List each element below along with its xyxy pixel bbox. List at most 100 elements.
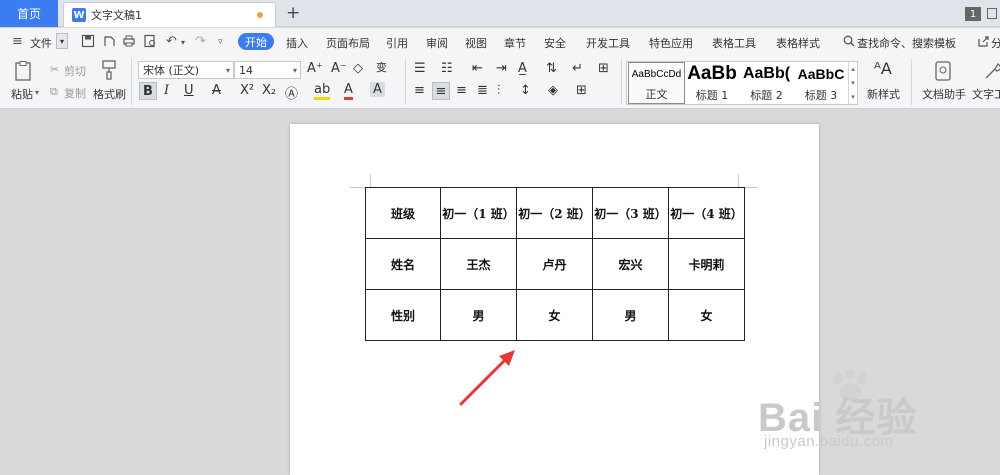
share-icon[interactable]: [977, 35, 989, 47]
chinese-layout-icon[interactable]: A̲: [518, 61, 527, 76]
menu-file[interactable]: 文件: [30, 35, 52, 51]
bold-icon[interactable]: B: [139, 82, 157, 100]
tab-table-tools[interactable]: 表格工具: [712, 35, 756, 51]
strikethrough-icon[interactable]: A: [212, 83, 221, 98]
superscript-icon[interactable]: X²: [240, 83, 254, 98]
table-cell[interactable]: 卡明莉: [668, 238, 745, 290]
table-cell[interactable]: 王杰: [440, 238, 517, 290]
print-icon[interactable]: [122, 34, 136, 48]
paste-button[interactable]: 粘贴: [11, 86, 33, 102]
align-right-icon[interactable]: ≡: [456, 83, 467, 98]
text-effect-icon[interactable]: Ⓐ: [285, 83, 298, 102]
tab-featured-apps[interactable]: 特色应用: [649, 35, 693, 51]
tab-view[interactable]: 视图: [465, 35, 487, 51]
tab-review[interactable]: 审阅: [426, 35, 448, 51]
cut-button[interactable]: 剪切: [64, 63, 86, 79]
tab-home[interactable]: 首页: [0, 0, 58, 27]
cut-icon[interactable]: ✂: [50, 63, 59, 76]
phonetic-guide-icon[interactable]: 变: [376, 59, 387, 75]
document-helper-icon[interactable]: [932, 60, 954, 82]
table-cell[interactable]: 男: [440, 289, 517, 341]
tab-references[interactable]: 引用: [386, 35, 408, 51]
justify-icon[interactable]: ≣: [477, 83, 488, 98]
table-cell[interactable]: 卢丹: [516, 238, 593, 290]
table-cell[interactable]: 初一（2 班）: [516, 187, 593, 239]
command-search[interactable]: 查找命令、搜索模板: [857, 35, 956, 51]
print-preview-icon[interactable]: [143, 34, 157, 48]
table-cell[interactable]: 初一（1 班）: [440, 187, 517, 239]
numbered-list-icon[interactable]: ☷: [441, 61, 453, 76]
new-style-button[interactable]: 新样式: [867, 86, 900, 102]
document-page[interactable]: 班级 初一（1 班） 初一（2 班） 初一（3 班） 初一（4 班） 姓名 王杰…: [290, 124, 819, 475]
share-label[interactable]: 分: [991, 35, 1000, 51]
decrease-indent-icon[interactable]: ⇤: [472, 61, 483, 76]
save-icon[interactable]: [81, 34, 95, 48]
borders-icon[interactable]: ⊞: [576, 83, 587, 98]
copy-icon[interactable]: ⧉: [50, 85, 58, 99]
tab-table-style[interactable]: 表格样式: [776, 35, 820, 51]
line-spacing-icon[interactable]: ↕: [520, 83, 531, 98]
grow-font-icon[interactable]: A⁺: [307, 61, 323, 76]
table-cell[interactable]: 女: [516, 289, 593, 341]
tab-developer-tools[interactable]: 开发工具: [586, 35, 630, 51]
undo-icon[interactable]: ↶: [166, 34, 177, 49]
shading-icon[interactable]: ◈: [548, 83, 558, 98]
subscript-icon[interactable]: X₂: [262, 83, 276, 98]
tab-start[interactable]: 开始: [238, 33, 274, 50]
table-cell[interactable]: 男: [592, 289, 669, 341]
distributed-icon[interactable]: ⫶: [497, 83, 500, 98]
text-tool-button[interactable]: 文字工: [972, 86, 1000, 102]
italic-icon[interactable]: I: [164, 83, 169, 98]
font-size-select[interactable]: 14 ▾: [234, 61, 301, 79]
copy-button[interactable]: 复制: [64, 85, 86, 101]
style-normal[interactable]: AaBbCcDd 正文: [628, 62, 685, 104]
styles-scroll[interactable]: ▴ ▾ ▾: [848, 62, 857, 104]
sort-icon[interactable]: ⇅: [546, 61, 557, 76]
table-grid-icon[interactable]: ⊞: [598, 61, 609, 76]
align-left-icon[interactable]: ≡: [414, 83, 425, 98]
redo-icon[interactable]: ↷: [195, 34, 206, 49]
undo-dropdown-icon[interactable]: ▾: [181, 38, 185, 47]
increase-indent-icon[interactable]: ⇥: [496, 61, 507, 76]
search-icon[interactable]: [843, 35, 855, 47]
paste-dropdown-icon[interactable]: ▾: [35, 88, 39, 97]
char-shading-icon[interactable]: A: [370, 82, 385, 97]
export-pdf-icon[interactable]: [102, 34, 116, 48]
table-cell[interactable]: 女: [668, 289, 745, 341]
bullet-list-icon[interactable]: ☰: [414, 61, 426, 76]
table-cell[interactable]: 初一（4 班）: [668, 187, 745, 239]
paste-icon[interactable]: [13, 60, 35, 82]
new-style-icon[interactable]: ᴬA: [874, 59, 892, 78]
maximize-icon[interactable]: [987, 8, 997, 19]
table-cell[interactable]: 性别: [365, 289, 441, 341]
tab-security[interactable]: 安全: [544, 35, 566, 51]
format-painter-button[interactable]: 格式刷: [93, 86, 126, 102]
class-info-table[interactable]: 班级 初一（1 班） 初一（2 班） 初一（3 班） 初一（4 班） 姓名 王杰…: [365, 187, 745, 341]
text-tool-icon[interactable]: [983, 60, 1000, 82]
align-center-icon[interactable]: ≡: [432, 82, 450, 100]
tab-chapter[interactable]: 章节: [504, 35, 526, 51]
table-cell[interactable]: 班级: [365, 187, 441, 239]
highlight-icon[interactable]: ab: [314, 83, 331, 100]
style-heading-3[interactable]: AaBbC 标题 3: [794, 62, 848, 104]
hamburger-icon[interactable]: ≡: [12, 34, 23, 49]
style-heading-2[interactable]: AaBb( 标题 2: [739, 62, 794, 104]
underline-icon[interactable]: U: [184, 83, 194, 98]
new-tab-button[interactable]: +: [286, 3, 300, 23]
format-painter-icon[interactable]: [98, 59, 120, 81]
file-dropdown-icon[interactable]: ▾: [56, 33, 68, 49]
tab-page-layout[interactable]: 页面布局: [326, 35, 370, 51]
window-count-badge[interactable]: 1: [965, 7, 981, 21]
table-cell[interactable]: 姓名: [365, 238, 441, 290]
quick-access-more-icon[interactable]: ▿: [218, 37, 223, 47]
font-color-icon[interactable]: A: [344, 83, 353, 100]
document-helper-button[interactable]: 文档助手: [922, 86, 966, 102]
tab-document[interactable]: W 文字文稿1: [63, 2, 276, 27]
table-cell[interactable]: 初一（3 班）: [592, 187, 669, 239]
show-marks-icon[interactable]: ↵: [572, 61, 583, 76]
style-heading-1[interactable]: AaBb 标题 1: [685, 62, 739, 104]
shrink-font-icon[interactable]: A⁻: [331, 61, 347, 76]
clear-format-icon[interactable]: ◇: [353, 61, 363, 76]
table-cell[interactable]: 宏兴: [592, 238, 669, 290]
tab-insert[interactable]: 插入: [286, 35, 308, 51]
